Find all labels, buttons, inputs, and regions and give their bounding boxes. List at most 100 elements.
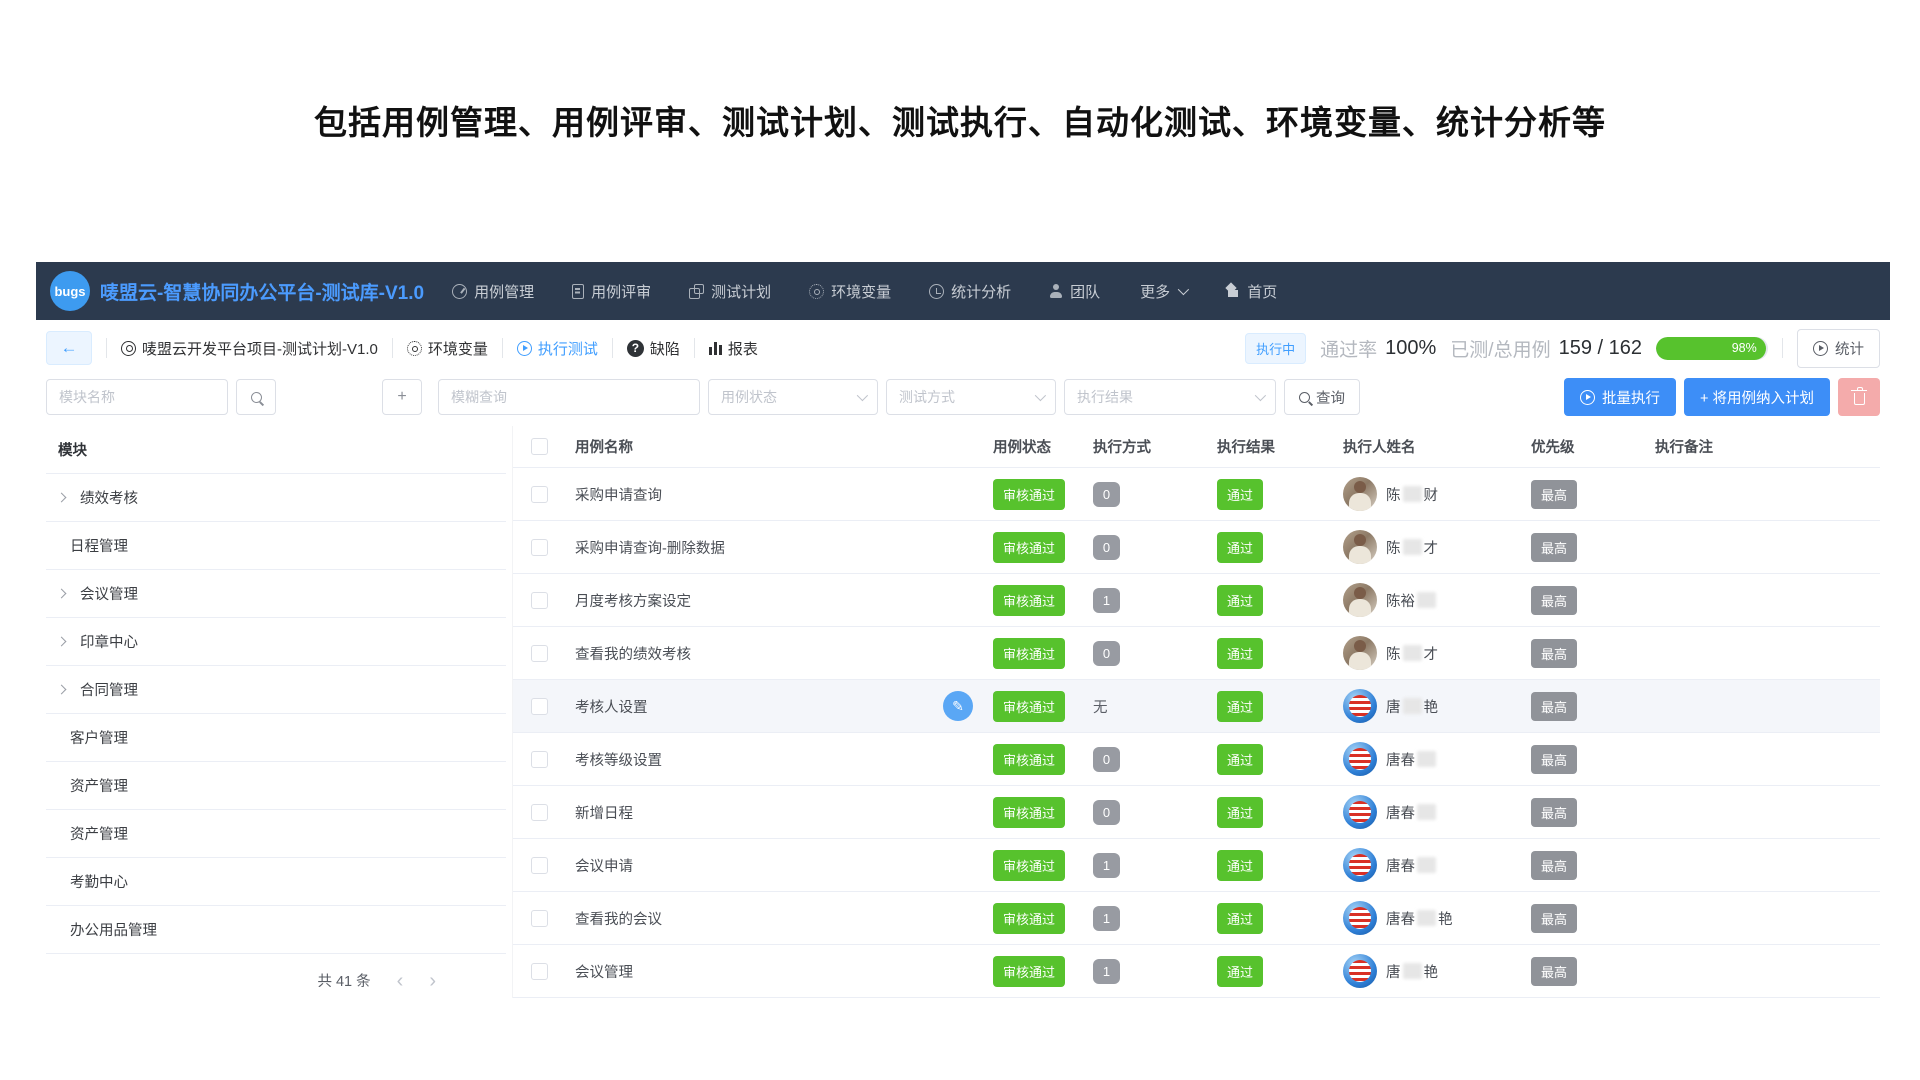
exec-method-badge: 0: [1093, 800, 1120, 825]
exec-method-badge: 0: [1093, 641, 1120, 666]
row-checkbox[interactable]: [531, 804, 548, 821]
nav-menu: 用例管理 用例评审 测试计划 环境变量 统计分析 团队: [452, 281, 1100, 302]
table-row[interactable]: 新增日程审核通过0通过唐春最高: [513, 786, 1880, 839]
nav-item[interactable]: 团队: [1049, 281, 1100, 302]
exec-method-badge: 1: [1093, 588, 1120, 613]
batch-execute-button[interactable]: 批量执行: [1564, 378, 1676, 416]
prev-page-button[interactable]: ‹: [397, 971, 404, 991]
select-all-checkbox[interactable]: [531, 438, 548, 455]
sidebar-item-label: 绩效考核: [80, 487, 138, 508]
add-module-button[interactable]: +: [382, 379, 422, 415]
nav-item-home[interactable]: 首页: [1226, 281, 1277, 302]
chevron-down-icon: [1178, 284, 1189, 295]
table-row[interactable]: 会议申请审核通过1通过唐春最高: [513, 839, 1880, 892]
breadcrumb[interactable]: 唛盟云开发平台项目-测试计划-V1.0: [121, 338, 378, 359]
module-search-button[interactable]: [236, 379, 276, 415]
executor-name: 陈财: [1386, 484, 1438, 505]
sidebar-item[interactable]: 印章中心: [46, 618, 506, 666]
sidebar-item[interactable]: 绩效考核: [46, 474, 506, 522]
chevron-down-icon: [1035, 390, 1046, 401]
table-row[interactable]: 查看我的绩效考核审核通过0通过陈才最高: [513, 627, 1880, 680]
table-row[interactable]: 采购申请查询审核通过0通过陈财最高: [513, 468, 1880, 521]
nav-item[interactable]: 用例评审: [572, 281, 651, 302]
executor-name: 唐艳: [1386, 961, 1438, 982]
case-status-select[interactable]: 用例状态: [708, 379, 878, 415]
tested-label: 已测/总用例: [1450, 335, 1550, 362]
sidebar-item[interactable]: 会议管理: [46, 570, 506, 618]
tab-env-vars[interactable]: 环境变量: [407, 338, 488, 359]
fuzzy-search-input[interactable]: [438, 379, 700, 415]
chevron-right-icon[interactable]: [58, 686, 68, 693]
home-label: 首页: [1247, 281, 1277, 302]
back-button[interactable]: ←: [46, 331, 92, 365]
table-row[interactable]: 考核等级设置审核通过0通过唐春最高: [513, 733, 1880, 786]
query-button[interactable]: 查询: [1284, 379, 1360, 415]
chevron-right-icon[interactable]: [58, 590, 68, 597]
exec-result-badge: 通过: [1217, 638, 1263, 669]
gear-icon: [407, 341, 422, 356]
nav-item-label: 用例管理: [474, 281, 534, 302]
trash-icon: [1854, 393, 1865, 405]
nav-item[interactable]: 用例管理: [452, 281, 534, 302]
status-badge: 执行中: [1245, 333, 1306, 364]
executor-name: 唐艳: [1386, 696, 1438, 717]
sidebar-item[interactable]: 资产管理: [46, 762, 506, 810]
nav-item-label: 团队: [1070, 281, 1100, 302]
priority-badge: 最高: [1531, 904, 1577, 933]
sidebar-item[interactable]: 客户管理: [46, 714, 506, 762]
row-checkbox[interactable]: [531, 486, 548, 503]
table-row[interactable]: 月度考核方案设定审核通过1通过陈裕最高: [513, 574, 1880, 627]
table-row[interactable]: 考核人设置✎审核通过无通过唐艳最高: [513, 680, 1880, 733]
case-status-badge: 审核通过: [993, 691, 1065, 722]
exec-result-badge: 通过: [1217, 479, 1263, 510]
divider: [612, 338, 613, 358]
tab-defect[interactable]: ? 缺陷: [627, 338, 680, 359]
test-method-select[interactable]: 测试方式: [886, 379, 1056, 415]
sidebar-item[interactable]: 办公用品管理: [46, 906, 506, 954]
filter-row: + 用例状态 测试方式 执行结果 查询 批量执行 + 将用例纳入计划: [36, 372, 1890, 426]
module-sidebar: 模块 绩效考核日程管理会议管理印章中心合同管理客户管理资产管理资产管理考勤中心办…: [46, 426, 506, 991]
next-page-button[interactable]: ›: [429, 971, 436, 991]
col-header-exec-method: 执行方式: [1083, 436, 1207, 457]
row-checkbox[interactable]: [531, 645, 548, 662]
table-row[interactable]: 查看我的会议审核通过1通过唐春艳最高: [513, 892, 1880, 945]
nav-item[interactable]: 环境变量: [809, 281, 891, 302]
row-checkbox[interactable]: [531, 539, 548, 556]
stats-button[interactable]: 统计: [1797, 329, 1880, 368]
app-title: 唛盟云-智慧协同办公平台-测试库-V1.0: [100, 278, 424, 305]
chevron-right-icon[interactable]: [58, 638, 68, 645]
tab-report[interactable]: 报表: [709, 338, 758, 359]
row-checkbox[interactable]: [531, 857, 548, 874]
case-name: 采购申请查询-删除数据: [575, 537, 725, 558]
table-row[interactable]: 采购申请查询-删除数据审核通过0通过陈才最高: [513, 521, 1880, 574]
nav-item-more[interactable]: 更多: [1140, 281, 1186, 302]
nav-item-label: 用例评审: [591, 281, 651, 302]
exec-result-placeholder: 执行结果: [1077, 387, 1133, 407]
edit-button[interactable]: ✎: [943, 691, 973, 721]
table-row[interactable]: 会议管理审核通过1通过唐艳最高: [513, 945, 1880, 998]
nav-item[interactable]: 测试计划: [689, 281, 771, 302]
row-checkbox[interactable]: [531, 963, 548, 980]
gear-icon: [809, 284, 824, 299]
avatar: [1343, 742, 1377, 776]
sidebar-pagination: 共 41 条 ‹ ›: [46, 954, 506, 991]
delete-button[interactable]: [1838, 378, 1880, 416]
row-checkbox[interactable]: [531, 910, 548, 927]
avatar: [1343, 477, 1377, 511]
tab-exec-test[interactable]: 执行测试: [517, 338, 598, 359]
case-status-badge: 审核通过: [993, 903, 1065, 934]
row-checkbox[interactable]: [531, 592, 548, 609]
nav-item[interactable]: 统计分析: [929, 281, 1011, 302]
exec-result-select[interactable]: 执行结果: [1064, 379, 1276, 415]
chevron-right-icon[interactable]: [58, 494, 68, 501]
module-name-input[interactable]: [46, 379, 228, 415]
case-status-badge: 审核通过: [993, 532, 1065, 563]
sidebar-item[interactable]: 考勤中心: [46, 858, 506, 906]
priority-badge: 最高: [1531, 692, 1577, 721]
add-to-plan-button[interactable]: + 将用例纳入计划: [1684, 378, 1830, 416]
sidebar-item[interactable]: 资产管理: [46, 810, 506, 858]
sidebar-item[interactable]: 合同管理: [46, 666, 506, 714]
sidebar-item[interactable]: 日程管理: [46, 522, 506, 570]
row-checkbox[interactable]: [531, 698, 548, 715]
row-checkbox[interactable]: [531, 751, 548, 768]
